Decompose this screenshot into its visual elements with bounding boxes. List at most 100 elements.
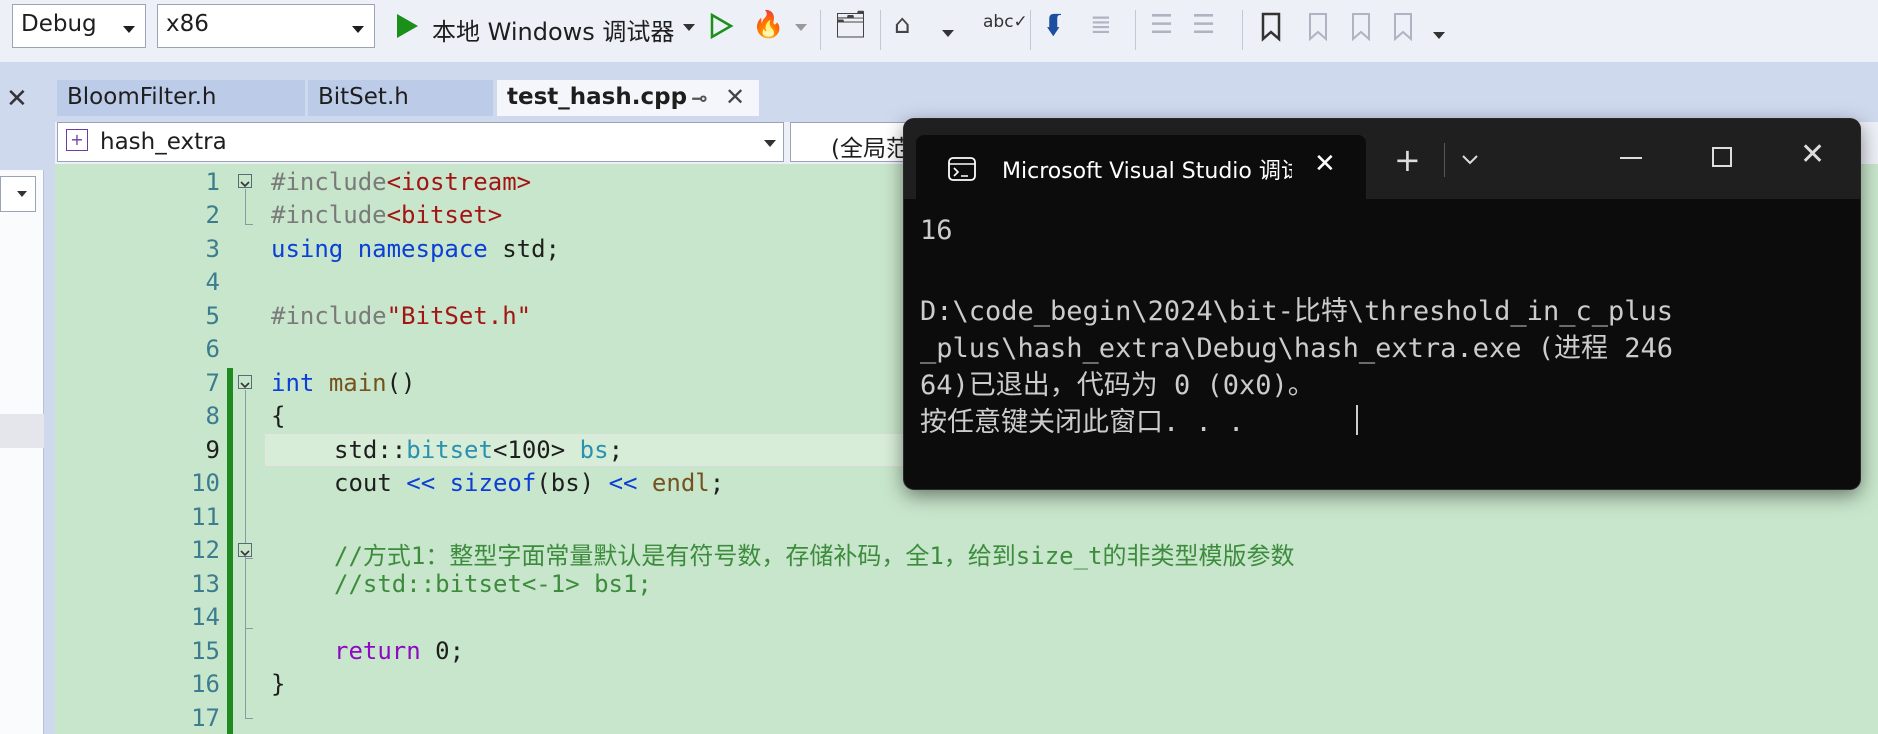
tab-bloomfilter-h[interactable]: BloomFilter.h xyxy=(57,80,305,116)
start-debug-icon[interactable] xyxy=(394,12,420,40)
left-panel-selected-row[interactable] xyxy=(0,414,44,448)
function-name: endl xyxy=(651,469,710,497)
code-line: #include<iostream> xyxy=(271,168,531,196)
line-number: 14 xyxy=(191,603,220,631)
pin-icon[interactable]: ⊸ xyxy=(691,86,708,110)
debug-console-window[interactable]: Microsoft Visual Studio 调试控制台 ✕ + ✕ 16 D… xyxy=(904,119,1860,489)
code-text: (bs) xyxy=(536,469,609,497)
line-number: 16 xyxy=(191,670,220,698)
select-element-icon[interactable]: ⮮ xyxy=(1046,10,1061,41)
code-line: return 0; xyxy=(334,637,464,665)
project-name: hash_extra xyxy=(100,129,227,155)
collapse-toggle[interactable] xyxy=(238,543,252,557)
tab-bitset-h[interactable]: BitSet.h xyxy=(308,80,493,116)
prev-bookmark-icon[interactable] xyxy=(1302,12,1332,42)
left-panel-dropdown[interactable] xyxy=(0,176,36,212)
line-number: 9 xyxy=(205,436,220,464)
platform-select[interactable]: x86 xyxy=(157,4,375,48)
line-number: 6 xyxy=(205,335,220,363)
find-in-files-icon[interactable]: 🗂 xyxy=(834,10,867,40)
chevron-down-icon xyxy=(17,191,27,197)
variable-name: bs xyxy=(579,436,609,464)
next-bookmark-icon[interactable] xyxy=(1345,12,1375,42)
code-line: { xyxy=(271,402,285,430)
line-number: 11 xyxy=(191,503,220,531)
console-tab[interactable]: Microsoft Visual Studio 调试控制台 ✕ xyxy=(916,135,1366,199)
chevron-down-icon xyxy=(123,26,135,33)
uncomment-lines-icon[interactable]: ☰ xyxy=(1192,10,1215,40)
project-dropdown[interactable]: + hash_extra xyxy=(57,122,784,162)
hot-reload-icon[interactable]: 🔥 xyxy=(752,10,784,40)
line-number: 5 xyxy=(205,302,220,330)
start-without-debug-icon[interactable] xyxy=(708,12,734,40)
include-header: <iostream> xyxy=(386,168,532,196)
new-tab-icon[interactable]: + xyxy=(1394,141,1421,179)
line-number: 3 xyxy=(205,235,220,263)
line-number: 15 xyxy=(191,637,220,665)
bookmark-icon[interactable] xyxy=(1260,12,1282,42)
change-bar xyxy=(227,368,233,734)
close-icon[interactable]: ✕ xyxy=(6,84,28,114)
indent-icon[interactable]: ≣ xyxy=(1090,10,1112,40)
project-icon: + xyxy=(66,129,88,151)
toolbar-separator xyxy=(1135,10,1136,50)
code-text: 0; xyxy=(420,637,465,665)
keyword: using xyxy=(271,235,344,263)
debug-target-button[interactable]: 本地 Windows 调试器 xyxy=(432,12,674,47)
outline-guide xyxy=(245,628,253,629)
toolbar-separator xyxy=(1242,10,1243,50)
collapse-toggle[interactable] xyxy=(238,174,252,188)
toolbar-overflow-icon[interactable] xyxy=(1433,32,1445,39)
browser-link-icon[interactable]: ⌂ xyxy=(894,10,911,40)
code-text: } xyxy=(271,670,286,698)
spell-check-icon[interactable]: abc✓ xyxy=(983,12,1028,32)
comment-lines-icon[interactable]: ☰ xyxy=(1150,10,1173,40)
text-cursor xyxy=(1356,405,1358,435)
function-name: main xyxy=(328,369,387,397)
config-select[interactable]: Debug xyxy=(12,4,146,48)
toolbar-separator xyxy=(1030,10,1031,50)
close-tab-icon[interactable]: ✕ xyxy=(725,83,745,111)
line-number: 2 xyxy=(205,201,220,229)
console-titlebar[interactable]: Microsoft Visual Studio 调试控制台 ✕ + ✕ xyxy=(904,119,1860,199)
chevron-down-icon[interactable] xyxy=(795,24,807,31)
code-line: int main() xyxy=(271,369,416,397)
preprocessor-directive: #include xyxy=(271,201,387,229)
code-text: cout xyxy=(334,469,407,497)
code-line: using namespace std; xyxy=(271,235,560,263)
outline-guide xyxy=(245,189,246,225)
code-text: <100> xyxy=(492,436,580,464)
line-number: 17 xyxy=(191,704,220,732)
code-line: } xyxy=(271,670,285,698)
keyword: sizeof xyxy=(449,469,537,497)
code-line: std::bitset<100> bs; xyxy=(334,436,623,464)
left-panel xyxy=(0,170,44,734)
console-output-line: 16 xyxy=(920,215,953,246)
platform-value: x86 xyxy=(166,11,209,37)
tab-label: BloomFilter.h xyxy=(67,84,217,110)
collapse-toggle[interactable] xyxy=(238,375,252,389)
code-text: () xyxy=(386,369,416,397)
outline-guide xyxy=(245,596,246,628)
chevron-down-icon[interactable] xyxy=(1460,153,1480,167)
minimize-icon[interactable] xyxy=(1620,157,1642,159)
config-value: Debug xyxy=(21,11,97,37)
terminal-icon xyxy=(948,157,976,181)
tab-test-hash-cpp[interactable]: test_hash.cpp ⊸ ✕ xyxy=(497,80,759,116)
chevron-down-icon[interactable] xyxy=(942,30,954,37)
close-tab-icon[interactable]: ✕ xyxy=(1314,149,1336,179)
console-output-line: 64)已退出，代码为 0 (0x0)。 xyxy=(920,370,1315,401)
clear-bookmarks-icon[interactable] xyxy=(1387,12,1417,42)
close-window-icon[interactable]: ✕ xyxy=(1800,137,1825,172)
outline-guide xyxy=(245,558,253,559)
preprocessor-directive: #include xyxy=(271,302,387,330)
toolbar-separator xyxy=(880,10,881,50)
keyword: int xyxy=(271,369,315,397)
maximize-icon[interactable] xyxy=(1712,147,1732,167)
chevron-down-icon xyxy=(764,140,776,147)
line-number: 10 xyxy=(191,469,220,497)
tab-label: test_hash.cpp xyxy=(507,84,688,110)
chevron-down-icon[interactable] xyxy=(683,24,695,31)
comment-line: //std::bitset<-1> bs1; xyxy=(334,570,652,598)
